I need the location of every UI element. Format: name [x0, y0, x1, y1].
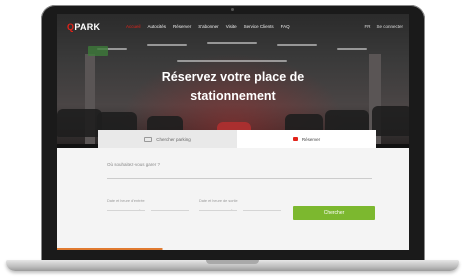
nav-item-faq[interactable]: FAQ — [281, 24, 290, 29]
laptop-base — [6, 260, 459, 271]
promo-badge[interactable] — [88, 46, 108, 56]
footer-accent — [57, 248, 409, 250]
nav-item-autocites[interactable]: Autocités — [148, 24, 167, 29]
booking-form: Où souhaitez-vous garer ? Date et heure … — [57, 148, 409, 250]
end-datetime-label: Date et heure de sortie — [199, 199, 238, 203]
nav-item-visite[interactable]: Visite — [226, 24, 237, 29]
search-button[interactable]: Chercher — [293, 206, 375, 220]
hero-banner: QPARK Accueil Autocités Réserver S'abonn… — [57, 14, 409, 144]
nav-item-service-clients[interactable]: Service Clients — [244, 24, 274, 29]
start-time-field[interactable] — [151, 210, 189, 211]
nav-right: FR Se connecter — [364, 24, 403, 29]
hero-headline: Réservez votre place de stationnement — [161, 70, 305, 103]
tab-find-parking[interactable]: Chercher parking — [98, 130, 237, 148]
tab-reserve[interactable]: Réserver — [237, 130, 376, 148]
destination-underline — [107, 178, 372, 179]
end-date-separator: · — [231, 207, 233, 213]
language-selector[interactable]: FR — [364, 24, 370, 29]
booking-tabs: Chercher parking Réserver — [98, 130, 376, 148]
qpark-logo[interactable]: QPARK — [67, 22, 100, 32]
calendar-icon — [292, 137, 298, 141]
start-datetime-label: Date et heure d'entrée — [107, 199, 145, 203]
laptop-screen: QPARK Accueil Autocités Réserver S'abonn… — [57, 14, 409, 250]
nav-item-reserver[interactable]: Réserver — [173, 24, 191, 29]
start-date-separator: · — [139, 207, 141, 213]
nav-item-sabonner[interactable]: S'abonner — [198, 24, 218, 29]
camera-dot — [231, 8, 234, 11]
account-link[interactable]: Se connecter — [376, 24, 403, 29]
trackpad-notch — [206, 260, 259, 264]
main-nav: Accueil Autocités Réserver S'abonner Vis… — [126, 24, 290, 29]
destination-input[interactable]: Où souhaitez-vous garer ? — [107, 162, 160, 167]
end-time-field[interactable] — [243, 210, 281, 211]
car-icon — [144, 136, 153, 142]
nav-item-accueil[interactable]: Accueil — [126, 24, 141, 29]
